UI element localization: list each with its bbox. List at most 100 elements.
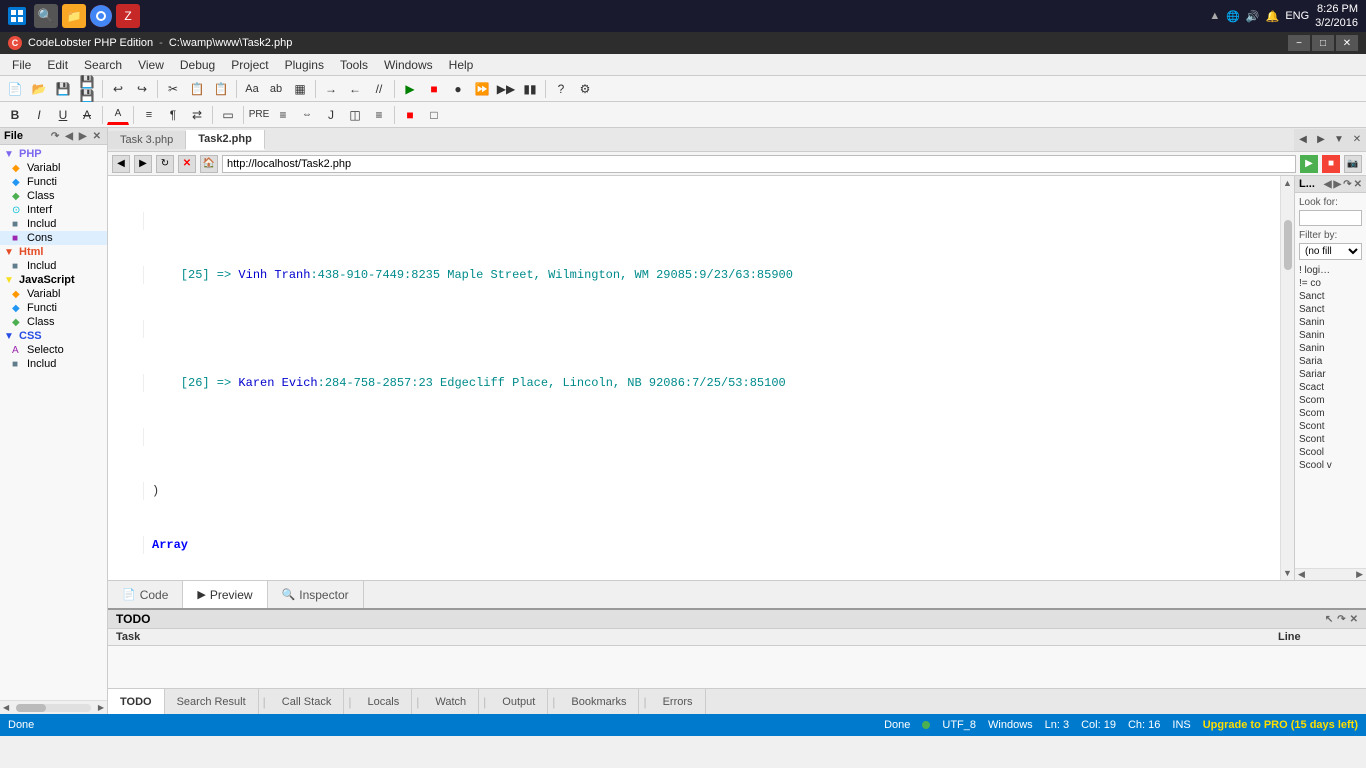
- status-upgrade[interactable]: Upgrade to PRO (15 days left): [1203, 719, 1358, 731]
- panel-close-btn[interactable]: ✕: [91, 131, 103, 142]
- file-panel-h-scrollbar[interactable]: ◀ ▶: [0, 700, 107, 714]
- search-taskbar-icon[interactable]: 🔍: [34, 4, 58, 28]
- look-for-input[interactable]: [1303, 213, 1358, 224]
- result-item-9[interactable]: Sariar: [1295, 368, 1366, 381]
- addr-reload-btn[interactable]: ↻: [156, 155, 174, 173]
- toolbar-save-all-btn[interactable]: 💾💾: [76, 79, 98, 99]
- result-item-3[interactable]: Sanct: [1295, 290, 1366, 303]
- tree-php-class[interactable]: ◆ Class: [0, 189, 107, 203]
- result-item-5[interactable]: Sanin: [1295, 316, 1366, 329]
- result-item-13[interactable]: Scont: [1295, 420, 1366, 433]
- chrome-icon[interactable]: [90, 5, 112, 27]
- menu-help[interactable]: Help: [441, 56, 482, 74]
- todo-float-btn[interactable]: ↖: [1325, 614, 1333, 625]
- addr-stop2-btn[interactable]: ■: [1322, 155, 1340, 173]
- toolbar-settings-btn[interactable]: ⚙: [574, 79, 596, 99]
- result-item-14[interactable]: Scont: [1295, 433, 1366, 446]
- bottom-tab-errors[interactable]: Errors: [651, 689, 706, 714]
- bottom-tab-search-result[interactable]: Search Result: [165, 689, 259, 714]
- menu-project[interactable]: Project: [223, 56, 276, 74]
- addr-extra-btn[interactable]: 📷: [1344, 155, 1362, 173]
- right-h-scroll-right[interactable]: ▶: [1353, 569, 1366, 580]
- format-extra-4[interactable]: J: [320, 105, 342, 125]
- result-item-7[interactable]: Sanin: [1295, 342, 1366, 355]
- h-scroll-thumb[interactable]: [16, 704, 46, 712]
- menu-windows[interactable]: Windows: [376, 56, 441, 74]
- toolbar-find-btn[interactable]: Aa: [241, 79, 263, 99]
- format-extra-5[interactable]: ◫: [344, 105, 366, 125]
- menu-edit[interactable]: Edit: [39, 56, 76, 74]
- result-item-12[interactable]: Scom: [1295, 407, 1366, 420]
- menu-plugins[interactable]: Plugins: [277, 56, 332, 74]
- tab-preview[interactable]: ▶ Preview: [183, 581, 267, 608]
- bottom-tab-bookmarks[interactable]: Bookmarks: [559, 689, 639, 714]
- format-color-btn[interactable]: A: [107, 105, 129, 125]
- toolbar-paste-btn[interactable]: 📋: [210, 79, 232, 99]
- toolbar-step-over-btn[interactable]: ▶▶: [495, 79, 517, 99]
- format-extra-1[interactable]: PRE: [248, 105, 270, 125]
- right-panel-nav-right[interactable]: ▶: [1334, 179, 1342, 190]
- tree-php-root[interactable]: ▼ PHP: [0, 147, 107, 161]
- tree-php-include[interactable]: ■ Includ: [0, 217, 107, 231]
- toolbar-pause-btn[interactable]: ▮▮: [519, 79, 541, 99]
- addr-stop-btn[interactable]: ✕: [178, 155, 196, 173]
- result-item-6[interactable]: Sanin: [1295, 329, 1366, 342]
- result-item-2[interactable]: != co: [1295, 277, 1366, 290]
- tree-php-function[interactable]: ◆ Functi: [0, 175, 107, 189]
- addr-home-btn[interactable]: 🏠: [200, 155, 218, 173]
- editor-v-scrollbar[interactable]: ▲ ▼: [1280, 176, 1294, 580]
- right-panel-close[interactable]: ✕: [1354, 179, 1362, 190]
- bottom-tab-locals[interactable]: Locals: [355, 689, 412, 714]
- tab-close-x[interactable]: ✕: [1348, 129, 1366, 151]
- format-extra-3[interactable]: ⇔: [296, 105, 318, 125]
- tab-nav-left[interactable]: ◀: [1294, 129, 1312, 151]
- bottom-tab-todo[interactable]: TODO: [108, 689, 165, 714]
- menu-search[interactable]: Search: [76, 56, 130, 74]
- toolbar-step-btn[interactable]: ⏩: [471, 79, 493, 99]
- tree-js-class[interactable]: ◆ Class: [0, 315, 107, 329]
- toolbar-debug-btn[interactable]: ●: [447, 79, 469, 99]
- tree-css-root[interactable]: ▼ CSS: [0, 329, 107, 343]
- format-align-2-btn[interactable]: ⇄: [186, 105, 208, 125]
- h-scroll-right[interactable]: ▶: [95, 703, 107, 712]
- menu-tools[interactable]: Tools: [332, 56, 376, 74]
- bottom-tab-watch[interactable]: Watch: [423, 689, 479, 714]
- scroll-down-btn[interactable]: ▼: [1283, 566, 1292, 580]
- result-item-10[interactable]: Scact: [1295, 381, 1366, 394]
- toolbar-redo-btn[interactable]: ↪: [131, 79, 153, 99]
- result-item-4[interactable]: Sanct: [1295, 303, 1366, 316]
- explorer-icon[interactable]: 📁: [62, 4, 86, 28]
- toolbar-indent-btn[interactable]: →: [320, 79, 342, 99]
- toolbar-new-btn[interactable]: 📄: [4, 79, 26, 99]
- menu-view[interactable]: View: [130, 56, 172, 74]
- tree-php-variable[interactable]: ◆ Variabl: [0, 161, 107, 175]
- tab-nav-right[interactable]: ▶: [1312, 129, 1330, 151]
- toolbar-outdent-btn[interactable]: ←: [344, 79, 366, 99]
- code-editor[interactable]: [25] => Vinh Tranh:438-910-7449:8235 Map…: [108, 176, 1280, 580]
- toolbar-copy-btn[interactable]: 📋: [186, 79, 208, 99]
- tab-inspector[interactable]: 🔍 Inspector: [268, 581, 364, 608]
- result-item-8[interactable]: Saria: [1295, 355, 1366, 368]
- toolbar-cut-btn[interactable]: ✂: [162, 79, 184, 99]
- windows-start-button[interactable]: [8, 7, 26, 25]
- format-align-btn[interactable]: ¶: [162, 105, 184, 125]
- menu-debug[interactable]: Debug: [172, 56, 223, 74]
- toolbar-open-btn[interactable]: 📂: [28, 79, 50, 99]
- result-item-11[interactable]: Scom: [1295, 394, 1366, 407]
- tree-js-variable[interactable]: ◆ Variabl: [0, 287, 107, 301]
- toolbar-btn-extra1[interactable]: ▦: [289, 79, 311, 99]
- tree-css-include[interactable]: ■ Includ: [0, 357, 107, 371]
- todo-pin-btn[interactable]: ↷: [1337, 614, 1345, 625]
- filter-by-select[interactable]: (no fill: [1299, 243, 1362, 260]
- addr-run-btn[interactable]: ▶: [1300, 155, 1318, 173]
- right-panel-pin[interactable]: ↷: [1343, 179, 1351, 190]
- tree-php-interface[interactable]: ⊙ Interf: [0, 203, 107, 217]
- tab-task2[interactable]: Task2.php: [186, 130, 265, 150]
- toolbar-undo-btn[interactable]: ↩: [107, 79, 129, 99]
- format-border-btn[interactable]: ▭: [217, 105, 239, 125]
- close-button[interactable]: ✕: [1336, 35, 1358, 51]
- tree-js-function[interactable]: ◆ Functi: [0, 301, 107, 315]
- format-list-btn[interactable]: ≡: [138, 105, 160, 125]
- addr-back-btn[interactable]: ◀: [112, 155, 130, 173]
- app-icon-4[interactable]: Z: [116, 4, 140, 28]
